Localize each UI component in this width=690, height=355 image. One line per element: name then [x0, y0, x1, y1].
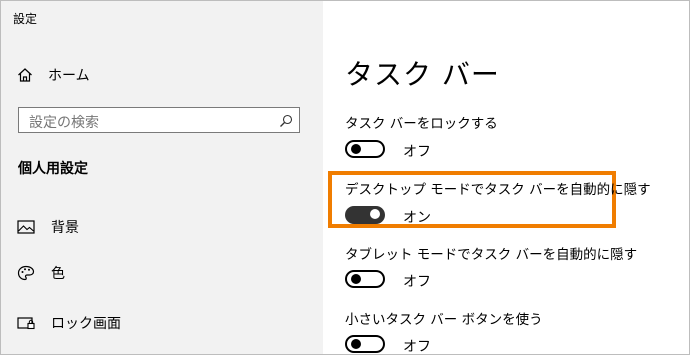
toggle-state-text: オフ — [403, 339, 431, 355]
toggle-small-buttons[interactable] — [345, 335, 385, 353]
main-content: タスク バー タスク バーをロックする オフ デスクトップ モードでタスク バー… — [323, 1, 689, 354]
toggle-knob — [351, 274, 361, 284]
lock-screen-icon — [17, 315, 35, 331]
sidebar-item-lock-screen[interactable]: ロック画面 — [17, 311, 121, 335]
sidebar-item-home[interactable]: ホーム — [17, 63, 90, 87]
setting-label-autohide-desktop: デスクトップ モードでタスク バーを自動的に隠す — [345, 182, 651, 198]
section-title: 個人用設定 — [18, 161, 88, 177]
sidebar-item-colors[interactable]: 色 — [17, 261, 65, 285]
setting-label-lock-taskbar: タスク バーをロックする — [345, 116, 498, 132]
setting-label-small-buttons: 小さいタスク バー ボタンを使う — [345, 312, 543, 328]
sidebar-item-background[interactable]: 背景 — [17, 215, 79, 239]
app-title: 設定 — [13, 12, 38, 26]
sidebar: 設定 ホーム 設定の検索 個人用設定 背景 色 ロック画面 — [1, 1, 323, 354]
palette-icon — [17, 265, 35, 281]
picture-icon — [17, 219, 35, 235]
page-title: タスク バー — [345, 58, 500, 91]
sidebar-item-label: ホーム — [48, 68, 90, 84]
sidebar-item-label: 色 — [51, 266, 65, 282]
setting-label-autohide-tablet: タブレット モードでタスク バーを自動的に隠す — [345, 247, 638, 263]
settings-window: 設定 ホーム 設定の検索 個人用設定 背景 色 ロック画面 タスク バー タスク… — [0, 0, 690, 355]
toggle-state-text: オン — [403, 210, 431, 226]
toggle-autohide-desktop[interactable] — [345, 206, 385, 224]
toggle-knob — [351, 144, 361, 154]
toggle-lock-taskbar[interactable] — [345, 140, 385, 158]
toggle-knob — [370, 209, 380, 219]
search-icon[interactable] — [279, 113, 293, 127]
sidebar-item-label: ロック画面 — [51, 316, 121, 332]
toggle-autohide-tablet[interactable] — [345, 270, 385, 288]
search-placeholder: 設定の検索 — [29, 115, 99, 131]
sidebar-item-label: 背景 — [51, 220, 79, 236]
search-input[interactable]: 設定の検索 — [18, 107, 300, 133]
toggle-state-text: オフ — [403, 144, 431, 160]
toggle-state-text: オフ — [403, 274, 431, 290]
toggle-knob — [351, 339, 361, 349]
home-icon — [17, 67, 33, 83]
